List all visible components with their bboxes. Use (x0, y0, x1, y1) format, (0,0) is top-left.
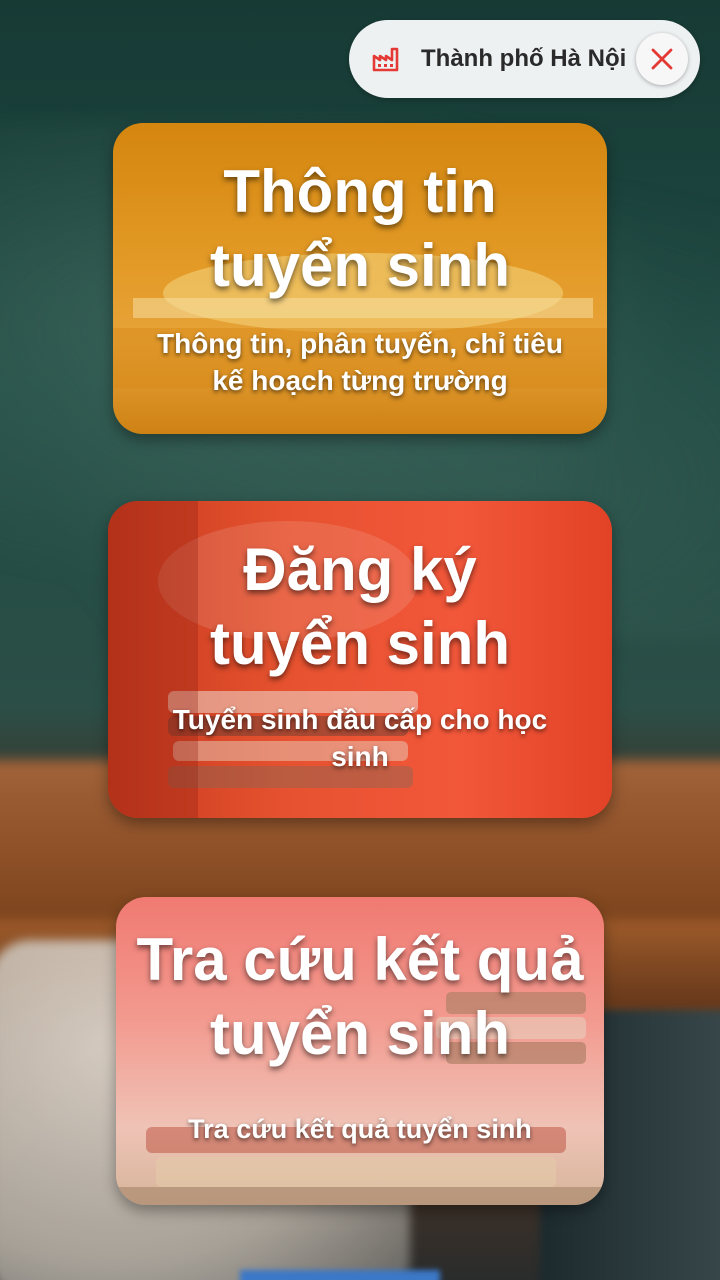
card-title: Tra cứu kết quả tuyển sinh (136, 926, 584, 1067)
close-button[interactable] (636, 33, 688, 85)
card-subtitle: Tuyển sinh đầu cấp cho học sinh (172, 704, 548, 772)
card-subtitle: Thông tin, phân tuyến, chỉ tiêu kế hoạch… (157, 328, 563, 396)
card-title: Thông tin tuyển sinh (209, 158, 511, 299)
factory-icon (371, 44, 401, 74)
location-label: Thành phố Hà Nội (421, 45, 627, 72)
admission-info-card[interactable]: Thông tin tuyển sinh Thông tin, phân tuy… (113, 123, 607, 434)
admission-result-card[interactable]: Tra cứu kết quả tuyển sinh Tra cứu kết q… (116, 897, 604, 1205)
close-icon (651, 48, 673, 70)
card-subtitle: Tra cứu kết quả tuyển sinh (188, 1114, 532, 1144)
location-selector[interactable]: Thành phố Hà Nội (349, 20, 700, 98)
card-title: Đăng ký tuyển sinh (209, 536, 511, 677)
admission-register-card[interactable]: Đăng ký tuyển sinh Tuyển sinh đầu cấp ch… (108, 501, 612, 818)
